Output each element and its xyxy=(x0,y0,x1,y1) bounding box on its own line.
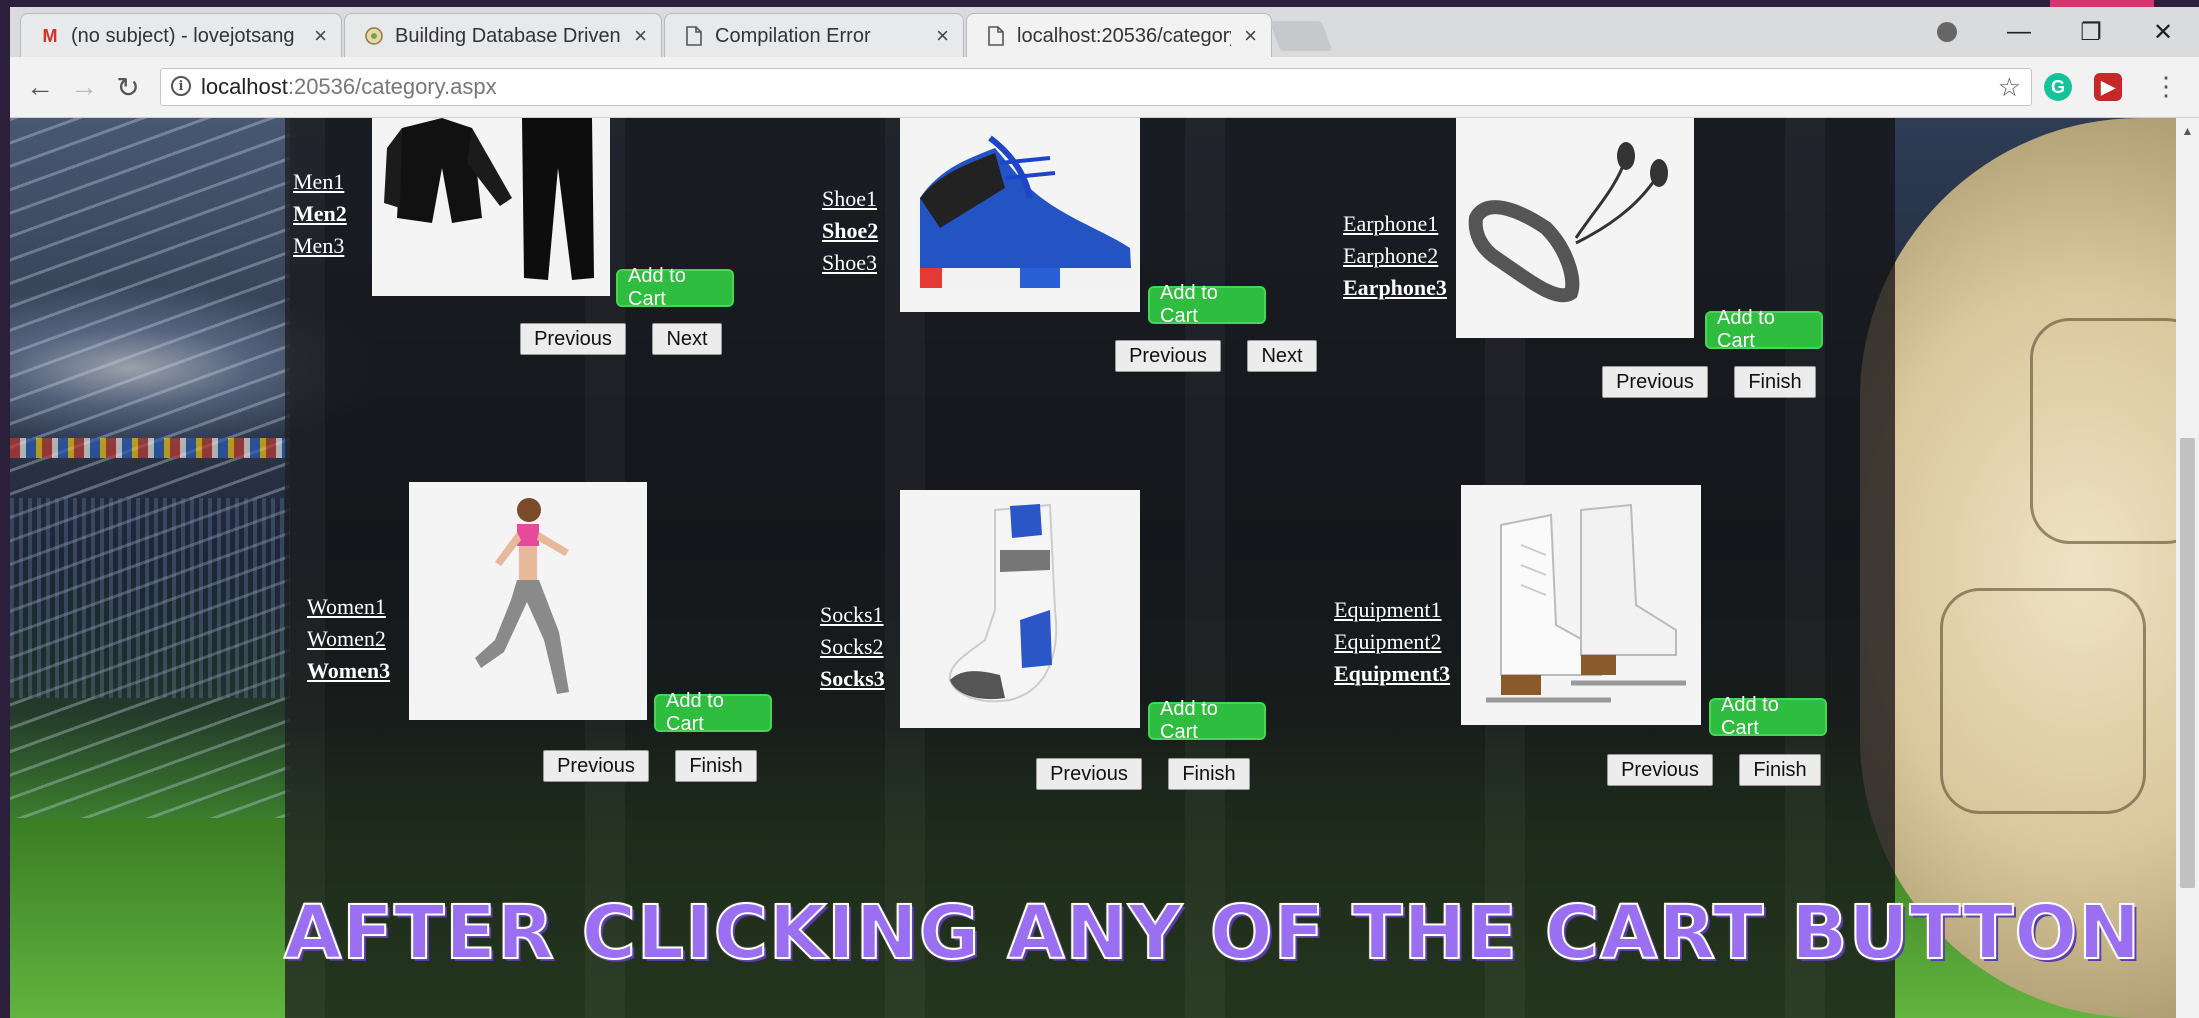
variant-link-men3[interactable]: Men3 xyxy=(293,230,347,262)
variant-links: Equipment1 Equipment2 Equipment3 xyxy=(1334,594,1450,690)
variant-link-men2[interactable]: Men2 xyxy=(293,198,347,230)
product-image-sport-sock xyxy=(900,490,1140,728)
finish-button[interactable]: Finish xyxy=(675,750,757,782)
finish-button[interactable]: Finish xyxy=(1739,754,1821,786)
bookmark-star-icon[interactable]: ☆ xyxy=(1998,72,2021,103)
previous-button[interactable]: Previous xyxy=(1036,758,1142,790)
page-icon xyxy=(683,25,705,47)
variant-link-earphone1[interactable]: Earphone1 xyxy=(1343,208,1447,240)
close-icon[interactable]: × xyxy=(634,24,647,48)
tab-compilation-error[interactable]: Compilation Error × xyxy=(664,13,964,57)
page-icon xyxy=(985,25,1007,47)
stadium-flags xyxy=(10,438,290,458)
variant-links: Socks1 Socks2 Socks3 xyxy=(820,599,885,695)
site-icon xyxy=(363,25,385,47)
scroll-up-arrow-icon[interactable]: ▲ xyxy=(2176,124,2199,138)
product-image-woman-running xyxy=(409,482,647,720)
close-window-button[interactable]: ✕ xyxy=(2127,7,2199,57)
previous-button[interactable]: Previous xyxy=(1607,754,1713,786)
variant-links: Shoe1 Shoe2 Shoe3 xyxy=(822,183,878,279)
window-controls: — ❐ ✕ xyxy=(1911,7,2199,57)
tab-building-database[interactable]: Building Database Driven × xyxy=(344,13,662,57)
slide-accent-bar xyxy=(2050,0,2154,7)
next-button[interactable]: Next xyxy=(1247,340,1317,372)
variant-link-women1[interactable]: Women1 xyxy=(307,591,390,623)
tab-gmail[interactable]: M (no subject) - lovejotsang × xyxy=(20,13,342,57)
gmail-icon: M xyxy=(42,25,58,46)
tab-title: localhost:20536/category xyxy=(1017,24,1231,47)
scrollbar-thumb[interactable] xyxy=(2180,438,2195,888)
restore-button[interactable]: ❐ xyxy=(2055,7,2127,57)
product-image-men-sportswear xyxy=(372,118,610,296)
back-arrow-icon[interactable]: ← xyxy=(22,69,58,105)
add-to-cart-button[interactable]: Add to Cart xyxy=(1705,307,1823,352)
variant-link-earphone3[interactable]: Earphone3 xyxy=(1343,272,1447,304)
page-viewport: Men1 Men2 Men3 Add to Cart Previous Next xyxy=(10,118,2176,1018)
tab-localhost-category[interactable]: localhost:20536/category × xyxy=(966,13,1272,57)
variant-link-socks2[interactable]: Socks2 xyxy=(820,631,885,663)
close-icon[interactable]: × xyxy=(314,24,327,48)
address-bar[interactable]: i localhost:20536/category.aspx ☆ xyxy=(160,68,2032,106)
slide-caption: AFTER CLICKING ANY OF THE CART BUTTON xyxy=(283,889,2142,977)
ball-seam xyxy=(1940,588,2146,814)
grammarly-icon[interactable]: G xyxy=(2044,73,2072,101)
close-icon[interactable]: × xyxy=(936,24,949,48)
url-text: localhost:20536/category.aspx xyxy=(201,74,497,99)
tab-strip: M (no subject) - lovejotsang × Building … xyxy=(10,7,2199,57)
variant-link-earphone2[interactable]: Earphone2 xyxy=(1343,240,1447,272)
vertical-scrollbar[interactable]: ▲ xyxy=(2176,118,2199,1018)
product-image-running-shoe xyxy=(900,118,1140,312)
previous-button[interactable]: Previous xyxy=(543,750,649,782)
ball-seam xyxy=(2030,318,2176,544)
add-to-cart-button[interactable]: Add to Cart xyxy=(654,690,772,735)
variant-link-socks3[interactable]: Socks3 xyxy=(820,663,885,695)
variant-link-women2[interactable]: Women2 xyxy=(307,623,390,655)
previous-button[interactable]: Previous xyxy=(1602,366,1708,398)
variant-link-socks1[interactable]: Socks1 xyxy=(820,599,885,631)
add-to-cart-button[interactable]: Add to Cart xyxy=(616,265,734,310)
finish-button[interactable]: Finish xyxy=(1168,758,1250,790)
previous-button[interactable]: Previous xyxy=(1115,340,1221,372)
variant-link-shoe1[interactable]: Shoe1 xyxy=(822,183,878,215)
next-button[interactable]: Next xyxy=(652,323,722,355)
forward-arrow-icon[interactable]: → xyxy=(66,69,102,105)
add-to-cart-button[interactable]: Add to Cart xyxy=(1709,694,1827,739)
minimize-button[interactable]: — xyxy=(1983,7,2055,57)
more-menu-icon[interactable]: ⋮ xyxy=(2153,71,2179,102)
extension-icon[interactable]: ▶ xyxy=(2094,73,2122,101)
variant-link-equipment3[interactable]: Equipment3 xyxy=(1334,658,1450,690)
profile-icon[interactable] xyxy=(1911,22,1983,42)
add-to-cart-button[interactable]: Add to Cart xyxy=(1148,698,1266,743)
previous-button[interactable]: Previous xyxy=(520,323,626,355)
tab-title: Compilation Error xyxy=(715,24,871,47)
stadium-crowd xyxy=(10,498,290,698)
variant-link-shoe2[interactable]: Shoe2 xyxy=(822,215,878,247)
variant-links: Earphone1 Earphone2 Earphone3 xyxy=(1343,208,1447,304)
variant-link-men1[interactable]: Men1 xyxy=(293,166,347,198)
browser-toolbar: ← → ↻ i localhost:20536/category.aspx ☆ … xyxy=(10,57,2199,118)
product-image-ice-skates xyxy=(1461,485,1701,725)
football-background xyxy=(1860,118,2176,1018)
variant-link-equipment2[interactable]: Equipment2 xyxy=(1334,626,1450,658)
variant-links: Men1 Men2 Men3 xyxy=(293,166,347,262)
variant-link-women3[interactable]: Women3 xyxy=(307,655,390,687)
variant-link-shoe3[interactable]: Shoe3 xyxy=(822,247,878,279)
content-panel: Men1 Men2 Men3 Add to Cart Previous Next xyxy=(285,118,1895,1018)
info-icon[interactable]: i xyxy=(171,76,191,96)
finish-button[interactable]: Finish xyxy=(1734,366,1816,398)
browser-window: M (no subject) - lovejotsang × Building … xyxy=(10,7,2199,1018)
reload-icon[interactable]: ↻ xyxy=(110,69,146,105)
new-tab-button[interactable] xyxy=(1269,21,1333,51)
add-to-cart-button[interactable]: Add to Cart xyxy=(1148,282,1266,327)
product-image-neckband-earphones xyxy=(1456,118,1694,338)
tab-title: Building Database Driven xyxy=(395,24,621,47)
tab-title: (no subject) - lovejotsang xyxy=(71,24,295,47)
variant-links: Women1 Women2 Women3 xyxy=(307,591,390,687)
close-icon[interactable]: × xyxy=(1244,24,1257,48)
variant-link-equipment1[interactable]: Equipment1 xyxy=(1334,594,1450,626)
